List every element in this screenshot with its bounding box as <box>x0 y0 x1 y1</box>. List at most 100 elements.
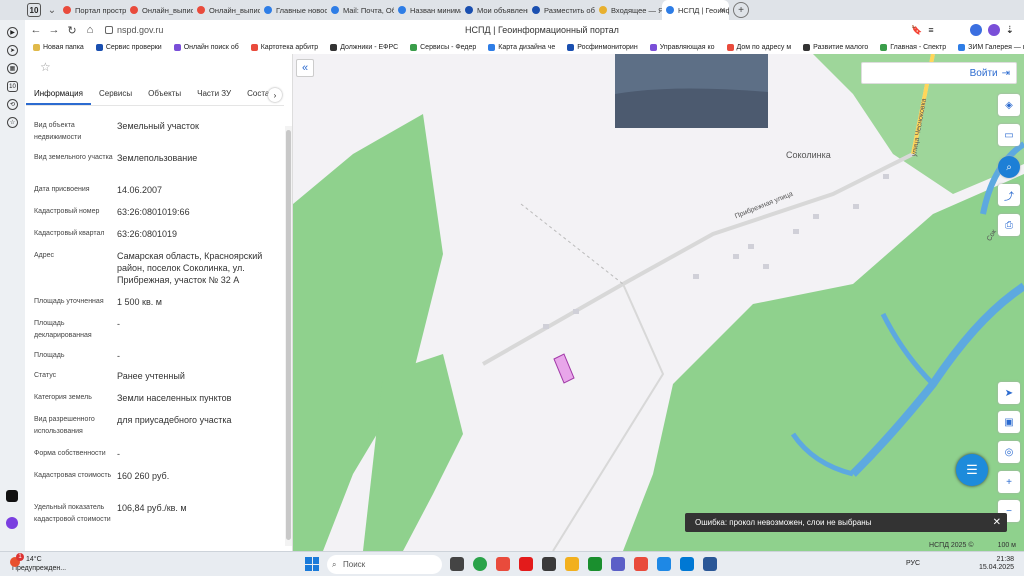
login-button[interactable]: Войти ⇥ <box>861 62 1017 84</box>
explorer-icon[interactable] <box>565 557 579 571</box>
geo-point-icon[interactable]: ◎ <box>998 441 1020 463</box>
bookmark-rail-icon[interactable]: ☆ <box>7 117 18 128</box>
attribute-label: Удельный показатель кадастровой стоимост… <box>34 504 111 523</box>
measure-icon[interactable]: ▭ <box>998 124 1020 146</box>
tab-counter[interactable]: 10 <box>27 3 41 17</box>
bookmark-item[interactable]: Карта дизайна че <box>482 43 561 51</box>
bookmark-icon[interactable]: 🔖 <box>911 25 922 36</box>
mail-icon[interactable] <box>542 557 556 571</box>
bookmark-item[interactable]: Картотека арбитр <box>245 43 324 51</box>
browser-active-icon[interactable] <box>634 557 648 571</box>
forest-area-east <box>623 174 1024 551</box>
browser-tab[interactable]: Главные новост <box>260 0 327 20</box>
new-tab-button[interactable]: + <box>733 2 749 18</box>
forward-icon[interactable]: → <box>45 24 63 36</box>
bookmark-item[interactable]: Сервисы - Федер <box>404 43 482 51</box>
bookmark-favicon-icon <box>173 43 181 51</box>
yandex-home-icon[interactable]: ⌂ <box>81 24 99 36</box>
clock[interactable]: 21:38 15.04.2025 <box>979 556 1014 572</box>
xbox-icon[interactable] <box>588 557 602 571</box>
send-icon[interactable]: ➤ <box>7 45 18 56</box>
close-toast-icon[interactable]: ✕ <box>993 517 1001 528</box>
bookmark-item[interactable]: ЗИМ Галерея — в <box>952 43 1024 51</box>
bookmark-item[interactable]: Развитие малого <box>797 43 874 51</box>
lock-icon <box>105 26 113 34</box>
tabs-scroll-right-icon[interactable]: › <box>268 88 282 102</box>
bookmark-item[interactable]: Новая папка <box>27 43 90 51</box>
browser-tab[interactable]: НСПД | Геоинф ✕ <box>662 0 729 20</box>
alice-icon[interactable] <box>969 24 982 36</box>
reload-icon[interactable]: ↻ <box>63 24 81 37</box>
chat-icon[interactable]: ☰ <box>956 454 988 486</box>
bookmark-item[interactable]: Росфинмониторин <box>561 43 643 51</box>
attribute-value: 63:26:0801019:66 <box>117 207 190 217</box>
screen-icon[interactable]: ▣ <box>998 411 1020 433</box>
tabs-arrow-icon[interactable]: ⌄ <box>45 5 59 16</box>
task-view-icon[interactable] <box>450 557 464 571</box>
share-icon[interactable]: ⤴ <box>998 184 1020 206</box>
attribute-label: Категория земель <box>34 394 92 401</box>
map-view[interactable]: Соколинка Прибрежная улица улица Чесноко… <box>293 54 1024 551</box>
tab-favicon-icon <box>130 6 138 14</box>
counter-icon[interactable]: 10 <box>7 81 18 92</box>
bookmark-label: Картотека арбитр <box>260 43 319 51</box>
youtube-icon[interactable] <box>519 557 533 571</box>
edge-icon[interactable] <box>680 557 694 571</box>
start-button[interactable] <box>305 557 319 571</box>
bookmark-item[interactable]: Управляющая ко <box>644 43 721 51</box>
close-tab-icon[interactable]: ✕ <box>719 6 726 15</box>
panel-tab[interactable]: Информация <box>26 86 91 105</box>
bookmark-item[interactable]: Дом по адресу м <box>721 43 798 51</box>
attribute-value: Ранее учтенный <box>117 371 185 381</box>
panel-tab[interactable]: Части ЗУ <box>189 86 239 105</box>
taskbar-search[interactable]: ⌕ Поиск <box>327 555 442 574</box>
teams-icon[interactable] <box>611 557 625 571</box>
panel-tab[interactable]: Сервисы <box>91 86 140 105</box>
back-icon[interactable]: ← <box>27 24 45 36</box>
search-map-icon[interactable]: ⌕ <box>998 156 1020 178</box>
browser-tab[interactable]: Mail: Почта, Обл <box>327 0 394 20</box>
browser-tab[interactable]: Входящее — Янд <box>595 0 662 20</box>
alice-rail-icon[interactable] <box>6 517 18 529</box>
history-icon[interactable]: ⟲ <box>7 99 18 110</box>
telegram-icon[interactable] <box>657 557 671 571</box>
attribute-label: Дата присвоения <box>34 186 90 193</box>
url-field[interactable]: nspd.gov.ru <box>105 25 179 35</box>
zoom-in-icon[interactable]: + <box>998 471 1020 493</box>
whatsapp-icon[interactable] <box>473 557 487 571</box>
browser-tab[interactable]: Онлайн_выписк <box>193 0 260 20</box>
favorite-star-icon[interactable]: ☆ <box>40 60 51 74</box>
bookmark-item[interactable]: Сервис проверки <box>90 43 168 51</box>
language-indicator[interactable]: РУС <box>906 560 920 567</box>
copyright-text: НСПД 2025 © <box>929 542 974 549</box>
collapse-panel-button[interactable]: « <box>296 59 314 77</box>
layers-icon[interactable]: ◈ <box>998 94 1020 116</box>
downloads-icon[interactable] <box>987 24 1000 36</box>
grid-icon[interactable]: ▦ <box>7 63 18 74</box>
word-icon[interactable] <box>703 557 717 571</box>
panel-tab[interactable]: Объекты <box>140 86 189 105</box>
browser-tab[interactable]: Мои объявления <box>461 0 528 20</box>
attribute-label: Площадь уточненная <box>34 298 104 305</box>
play-icon[interactable]: ▶ <box>7 27 18 38</box>
reader-icon[interactable]: ≡ <box>928 25 933 35</box>
address-bar-row: ← → ↻ ⌂ nspd.gov.ru НСПД | Геоинформацио… <box>27 20 1024 40</box>
error-text: Ошибка: прокол невозможен, слои не выбра… <box>695 518 872 527</box>
browser-tab[interactable]: Онлайн_выписк <box>126 0 193 20</box>
browser-tab[interactable]: Портал простра <box>59 0 126 20</box>
land-plot-highlight <box>553 353 575 384</box>
windows-taskbar: 14°C Предупрежден... 1 ⌕ Поиск РУС 21:38… <box>0 551 1024 576</box>
print-icon[interactable]: ⎙ <box>998 214 1020 236</box>
locate-icon[interactable]: ➤ <box>998 382 1020 404</box>
browser-tab[interactable]: Разместить объ <box>528 0 595 20</box>
bookmark-item[interactable]: Должники - ЕФРС <box>324 43 404 51</box>
bookmark-item[interactable]: Главная - Спектр <box>874 43 952 51</box>
panel-scrollbar-thumb[interactable] <box>286 130 291 540</box>
download-arrow-icon[interactable]: ⇣ <box>1006 25 1014 36</box>
tiktok-icon[interactable] <box>6 490 18 502</box>
browser-tab[interactable]: Назван миниман <box>394 0 461 20</box>
yandex-browser-icon[interactable] <box>496 557 510 571</box>
bookmark-label: Карта дизайна че <box>498 43 556 51</box>
tab-favicon-icon <box>465 6 473 14</box>
bookmark-item[interactable]: Онлайн поиск об <box>168 43 245 51</box>
